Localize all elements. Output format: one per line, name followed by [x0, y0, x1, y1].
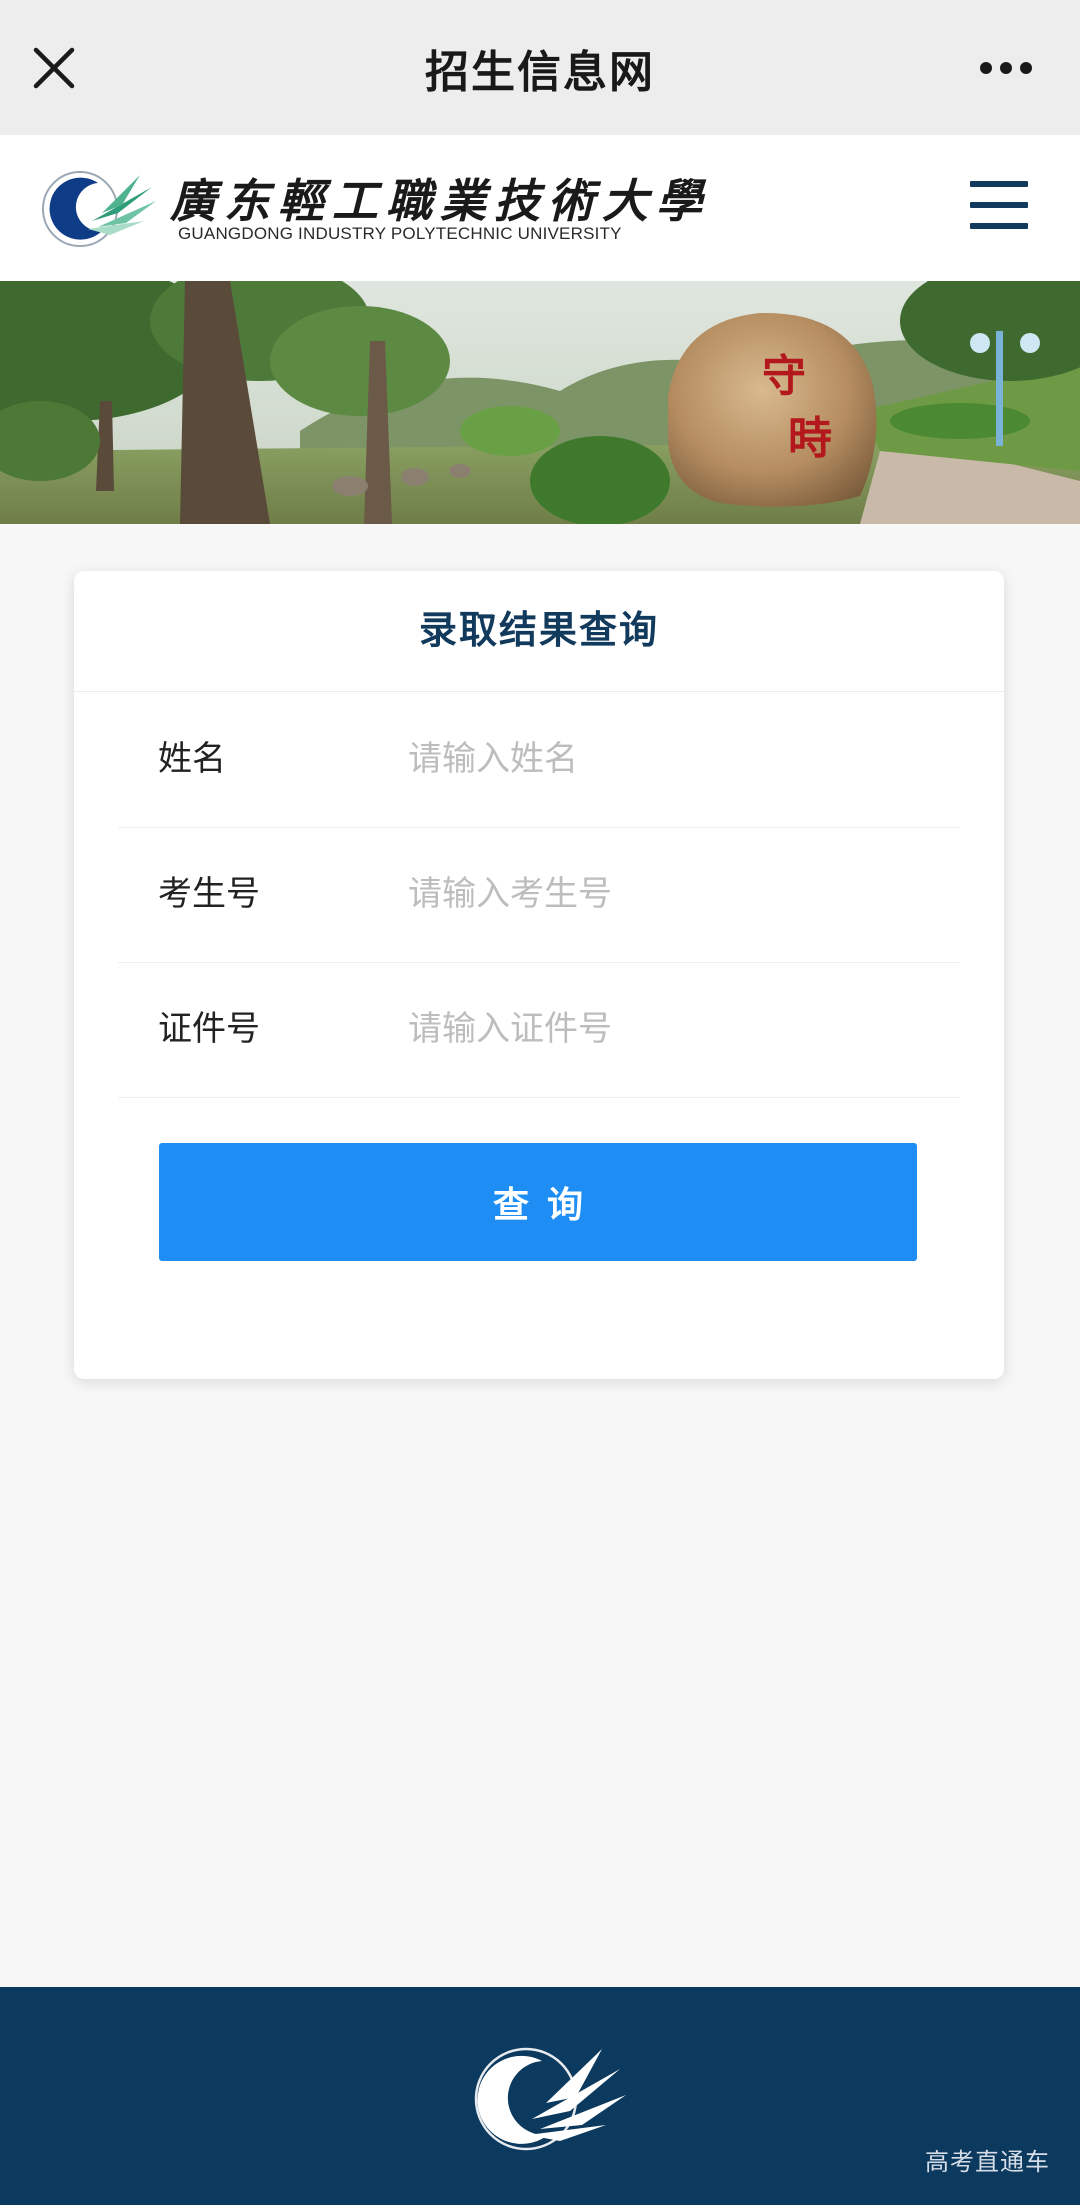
site-footer: 高考直通车	[0, 1987, 1080, 2205]
name-label: 姓名	[158, 739, 226, 779]
card-title: 录取结果查询	[74, 571, 1004, 692]
more-icon	[980, 62, 1032, 74]
watermark-text: 高考直通车	[925, 2148, 1050, 2176]
form-row-exam-number: 考生号	[118, 827, 960, 963]
stone-inscription-1: 守	[762, 351, 806, 402]
exam-number-input[interactable]	[408, 861, 928, 927]
page-title: 招生信息网	[425, 46, 655, 98]
school-logo-icon[interactable]	[40, 161, 158, 253]
campus-banner: 守 時	[0, 281, 1080, 524]
hamburger-menu-icon	[970, 181, 1028, 187]
query-button[interactable]: 查询	[159, 1143, 917, 1261]
campus-banner-image: 守 時	[0, 281, 1080, 524]
admission-query-card: 录取结果查询 姓名 考生号 证件号 查询	[74, 571, 1004, 1379]
browser-top-bar: 招生信息网	[0, 0, 1080, 135]
school-name-cn: 廣东輕工職業技術大學	[170, 174, 710, 228]
exam-number-label: 考生号	[158, 874, 260, 914]
site-header: 廣东輕工職業技術大學 GUANGDONG INDUSTRY POLYTECHNI…	[0, 135, 1080, 281]
stone-inscription-2: 時	[788, 413, 832, 464]
id-number-input[interactable]	[408, 996, 928, 1062]
school-name-en: GUANGDONG INDUSTRY POLYTECHNIC UNIVERSIT…	[178, 224, 622, 243]
footer-logo-icon	[474, 2047, 626, 2151]
id-number-label: 证件号	[158, 1009, 260, 1049]
name-input[interactable]	[408, 726, 928, 792]
form-row-name: 姓名	[118, 692, 960, 828]
close-button[interactable]	[24, 38, 84, 98]
menu-button[interactable]	[970, 179, 1030, 231]
more-button[interactable]	[956, 38, 1056, 98]
form-row-id-number: 证件号	[118, 962, 960, 1098]
close-icon	[33, 47, 75, 89]
